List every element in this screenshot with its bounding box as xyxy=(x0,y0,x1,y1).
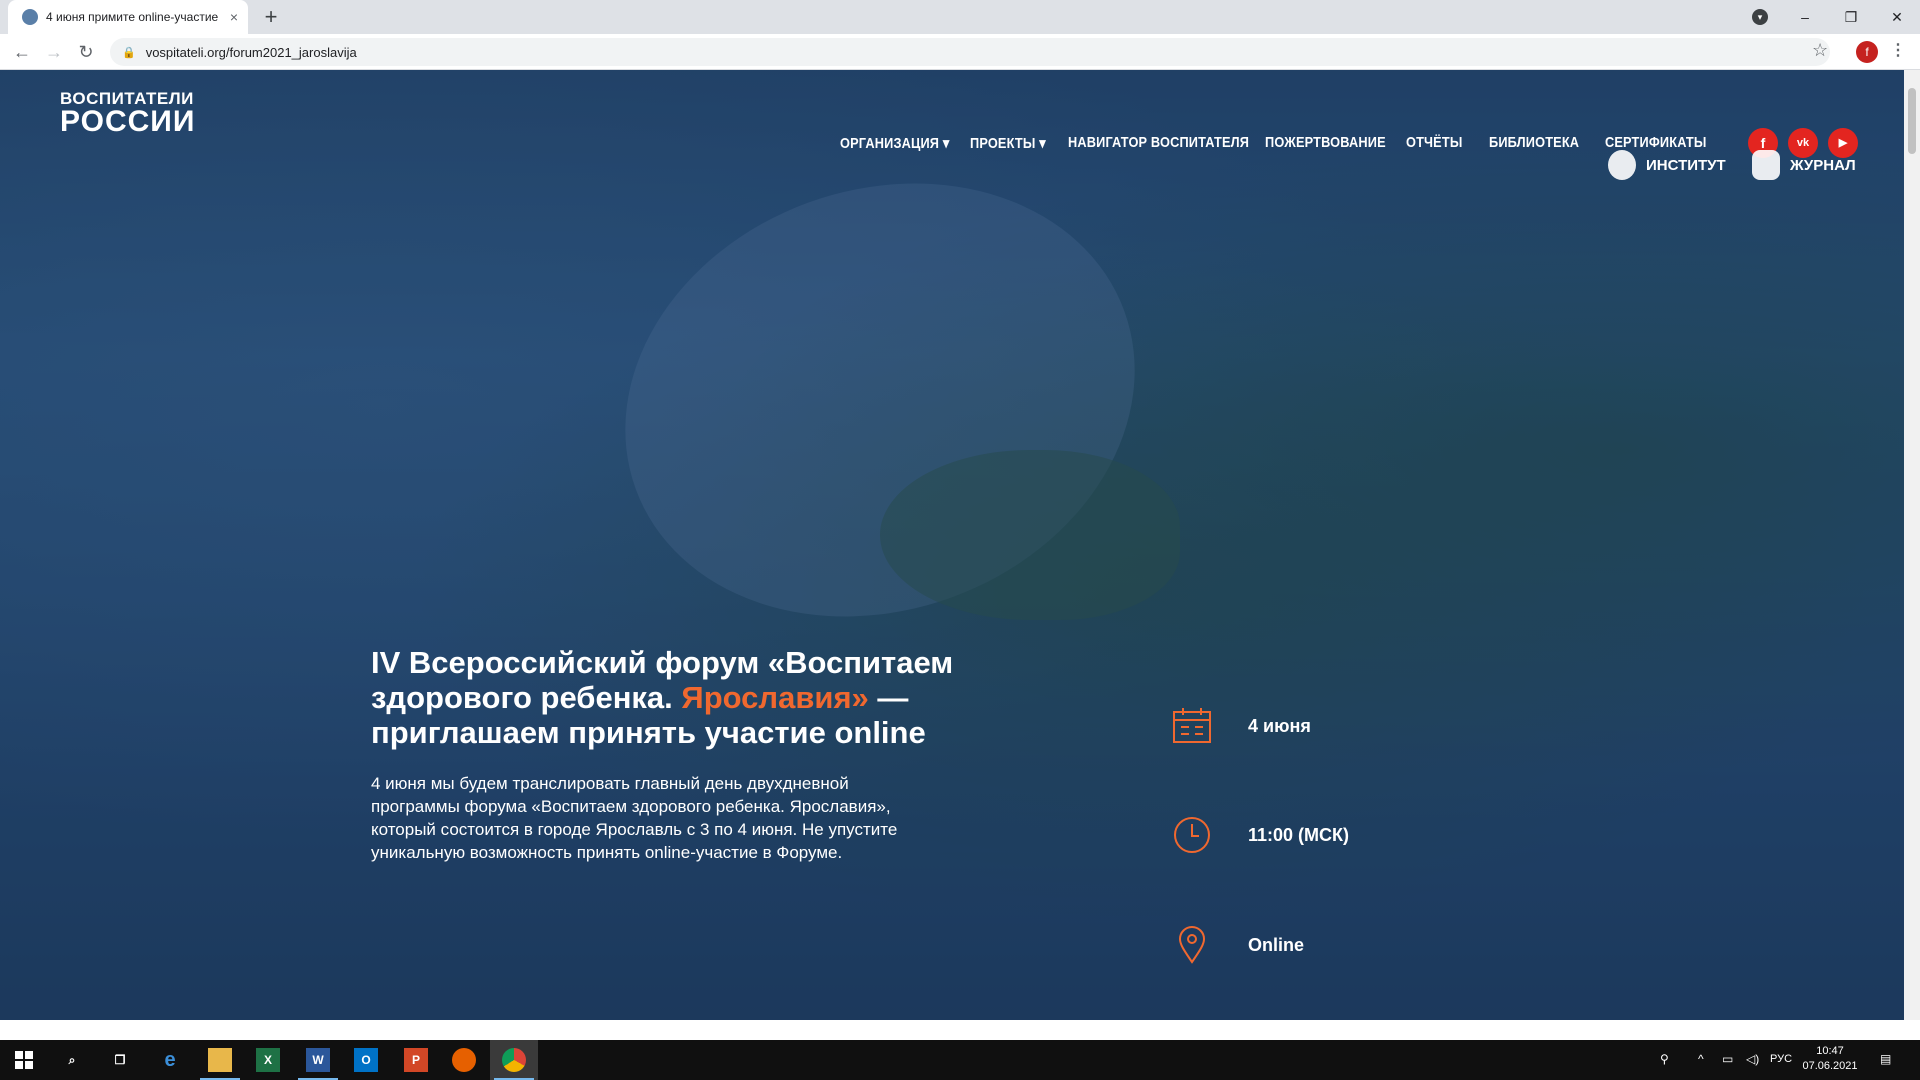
chrome-icon[interactable] xyxy=(502,1048,526,1072)
browser-menu-icon[interactable]: ⋮ xyxy=(1890,40,1906,60)
back-icon[interactable]: ← xyxy=(10,40,34,64)
address-bar[interactable]: 🔒 vospitateli.org/forum2021_jaroslavija xyxy=(110,38,1830,66)
nav-library[interactable]: БИБЛИОТЕКА xyxy=(1489,134,1579,151)
nav-navigator[interactable]: НАВИГАТОР ВОСПИТАТЕЛЯ xyxy=(1068,134,1249,151)
people-icon[interactable]: ⚲ xyxy=(1660,1052,1669,1066)
clock-date: 07.06.2021 xyxy=(1802,1060,1858,1072)
info-location: Online xyxy=(1172,925,1304,965)
language-indicator[interactable]: РУС xyxy=(1770,1053,1792,1065)
search-icon[interactable]: ⌕ xyxy=(60,1048,84,1072)
tab-title: 4 июня примите online-участие xyxy=(46,10,219,24)
nav-certificates[interactable]: СЕРТИФИКАТЫ xyxy=(1605,134,1707,151)
edge-icon[interactable]: e xyxy=(158,1048,182,1072)
subnav-institute-label: ИНСТИТУТ xyxy=(1646,156,1726,174)
subnav-journal-label: ЖУРНАЛ xyxy=(1790,156,1856,174)
minimize-button[interactable]: – xyxy=(1782,0,1828,34)
excel-icon[interactable]: X xyxy=(256,1048,280,1072)
volume-icon[interactable]: ◁) xyxy=(1746,1052,1759,1066)
location-pin-icon xyxy=(1178,926,1206,964)
windows-taskbar: ⌕ ❐ e X W O P ⚲ ^ ▭ ◁) РУС 10:47 07.06.2… xyxy=(0,1040,1920,1080)
nav-donation[interactable]: ПОЖЕРТВОВАНИЕ xyxy=(1265,134,1386,151)
page-viewport: ВОСПИТАТЕЛИ РОССИИ ОРГАНИЗАЦИЯ ▾ ПРОЕКТЫ… xyxy=(0,70,1904,1020)
hero-title-accent: Ярославия» xyxy=(681,680,869,715)
hero-title: IV Всероссийский форум «Воспитаем здоров… xyxy=(371,645,1011,750)
site-favicon-icon xyxy=(22,9,38,25)
clock-time: 10:47 xyxy=(1816,1045,1844,1057)
browser-toolbar: ← → ↻ 🔒 vospitateli.org/forum2021_jarosl… xyxy=(0,34,1920,70)
subnav-institute[interactable]: ИНСТИТУТ xyxy=(1608,150,1726,180)
clock-icon xyxy=(1174,817,1210,853)
word-icon[interactable]: W xyxy=(306,1048,330,1072)
dropdown-caret-icon: ▾ xyxy=(942,135,950,152)
tray-chevron-icon[interactable]: ^ xyxy=(1698,1052,1704,1066)
url-text[interactable]: vospitateli.org/forum2021_jaroslavija xyxy=(146,45,357,60)
notifications-icon[interactable]: ▤ xyxy=(1880,1052,1891,1066)
powerpoint-icon[interactable]: P xyxy=(404,1048,428,1072)
calendar-icon xyxy=(1173,708,1211,743)
dropdown-caret-icon: ▾ xyxy=(1039,135,1046,152)
vertical-scrollbar[interactable] xyxy=(1904,70,1920,1020)
info-date: 4 июня xyxy=(1172,706,1311,746)
profile-avatar[interactable]: f xyxy=(1856,41,1878,63)
lock-icon[interactable]: 🔒 xyxy=(122,46,136,59)
scrollbar-thumb[interactable] xyxy=(1908,88,1916,154)
forward-icon[interactable]: → xyxy=(42,40,66,64)
reload-icon[interactable]: ↻ xyxy=(74,40,98,64)
page-bottom-strip xyxy=(0,1020,1920,1040)
outlook-icon[interactable]: O xyxy=(354,1048,378,1072)
restore-button[interactable]: ❐ xyxy=(1828,0,1874,34)
nav-organization-label: ОРГАНИЗАЦИЯ xyxy=(840,135,940,152)
close-window-button[interactable]: ✕ xyxy=(1874,0,1920,34)
system-clock[interactable]: 10:47 07.06.2021 xyxy=(1800,1044,1860,1074)
hero-overlay xyxy=(0,70,1904,1020)
new-tab-button[interactable]: + xyxy=(258,4,284,30)
nav-projects-label: ПРОЕКТЫ xyxy=(970,135,1036,152)
nav-projects[interactable]: ПРОЕКТЫ ▾ xyxy=(970,134,1046,152)
browser-tab-bar: 4 июня примите online-участие × + ▾ – ❐ … xyxy=(0,0,1920,34)
info-location-text: Online xyxy=(1248,934,1305,955)
nav-organization[interactable]: ОРГАНИЗАЦИЯ ▾ xyxy=(840,134,949,152)
info-time-text: 11:00 (МСК) xyxy=(1248,824,1350,845)
tab-search-icon[interactable]: ▾ xyxy=(1752,9,1768,25)
start-icon[interactable] xyxy=(12,1048,36,1072)
bookmark-star-icon[interactable]: ☆ xyxy=(1812,40,1828,61)
firefox-icon[interactable] xyxy=(452,1048,476,1072)
subnav-journal[interactable]: ЖУРНАЛ xyxy=(1752,150,1856,180)
browser-tab[interactable]: 4 июня примите online-участие × xyxy=(8,0,248,34)
info-date-text: 4 июня xyxy=(1248,715,1311,736)
main-navigation: ОРГАНИЗАЦИЯ ▾ ПРОЕКТЫ ▾ НАВИГАТОР ВОСПИТ… xyxy=(0,102,1904,158)
nav-reports[interactable]: ОТЧЁТЫ xyxy=(1406,134,1462,151)
info-time: 11:00 (МСК) xyxy=(1172,815,1349,855)
journal-icon xyxy=(1752,150,1780,180)
task-view-icon[interactable]: ❐ xyxy=(108,1048,132,1072)
hero-description: 4 июня мы будем транслировать главный де… xyxy=(371,774,898,862)
tab-close-icon[interactable]: × xyxy=(230,9,238,25)
institute-icon xyxy=(1608,150,1636,180)
network-icon[interactable]: ▭ xyxy=(1722,1052,1733,1066)
file-explorer-icon[interactable] xyxy=(208,1048,232,1072)
